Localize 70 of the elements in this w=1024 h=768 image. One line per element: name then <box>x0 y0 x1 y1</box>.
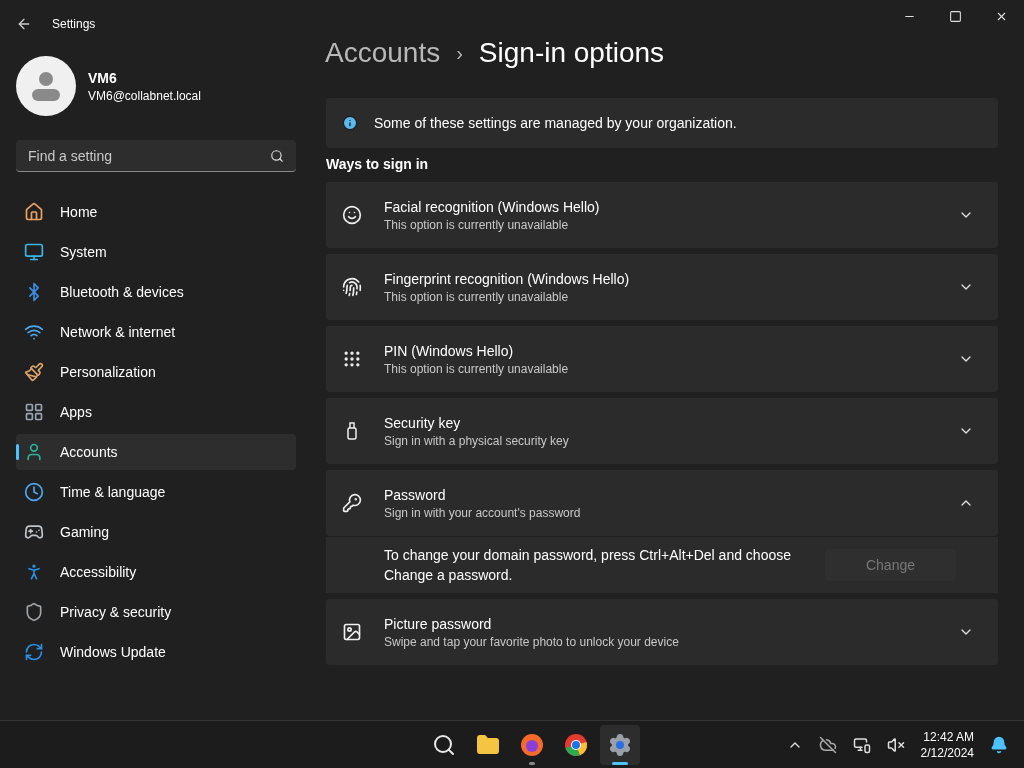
option-title: PIN (Windows Hello) <box>384 342 515 361</box>
option-card[interactable]: Picture password Swipe and tap your favorite photo to unlock your device <box>326 599 998 665</box>
option-subtitle: Sign in with a physical security key <box>384 433 570 449</box>
apps-grid-icon <box>24 402 44 422</box>
fingerprint-icon <box>342 277 362 297</box>
option-subtitle: Sign in with your account's password <box>384 505 582 521</box>
bell-icon[interactable] <box>990 735 1008 754</box>
option-card[interactable]: Facial recognition (Windows Hello) This option is currently unavailable <box>326 182 998 248</box>
nav-item[interactable]: Windows Update <box>16 634 296 670</box>
smile-icon <box>342 205 362 225</box>
nav-item[interactable]: Time & language <box>16 474 296 510</box>
user-name: VM6 <box>88 69 118 88</box>
option-title: Fingerprint recognition (Windows Hello) <box>384 270 631 289</box>
option-subtitle: This option is currently unavailable <box>384 361 570 377</box>
key-icon <box>342 493 362 513</box>
option-title: Picture password <box>384 615 493 634</box>
update-icon <box>24 642 44 662</box>
muted-speaker-icon[interactable] <box>886 735 905 754</box>
cloud-off-icon[interactable] <box>818 735 837 754</box>
page-title: Sign-in options <box>478 36 665 70</box>
paintbrush-icon <box>24 362 44 382</box>
nav-item[interactable]: Apps <box>16 394 296 430</box>
option-subtitle: This option is currently unavailable <box>384 289 570 305</box>
gear-icon[interactable] <box>608 732 632 757</box>
house-icon <box>24 202 44 222</box>
nav-item[interactable]: System <box>16 234 296 270</box>
option-card[interactable]: Password Sign in with your account's password <box>326 470 998 536</box>
nav-item[interactable]: Bluetooth & devices <box>16 274 296 310</box>
info-icon <box>342 115 358 131</box>
keypad-icon <box>342 349 362 369</box>
option-subtitle: Swipe and tap your favorite photo to unlock your device <box>384 634 680 650</box>
section-heading: Ways to sign in <box>326 155 430 174</box>
search-icon[interactable] <box>432 732 456 757</box>
search-field[interactable]: Find a setting <box>16 140 296 172</box>
folder-icon[interactable] <box>476 732 500 757</box>
avatar <box>16 56 76 116</box>
shield-icon <box>24 602 44 622</box>
nav-item[interactable]: Accounts <box>16 434 296 470</box>
clock-time[interactable]: 12:42 AM <box>923 728 974 745</box>
option-card[interactable]: Fingerprint recognition (Windows Hello) This option is currently unavailable <box>326 254 998 320</box>
option-title: Facial recognition (Windows Hello) <box>384 198 601 217</box>
option-card[interactable]: Security key Sign in with a physical security key <box>326 398 998 464</box>
option-card[interactable]: PIN (Windows Hello) This option is currently unavailable <box>326 326 998 392</box>
clock-date[interactable]: 2/12/2024 <box>920 744 974 761</box>
detail-text: To change your domain password, press Ctrl+Alt+Del and choose Change a password. <box>384 546 792 585</box>
picture-icon <box>342 622 362 642</box>
chrome-browser-icon[interactable] <box>564 732 588 757</box>
breadcrumb-separator: › <box>456 41 463 66</box>
wifi-icon <box>24 322 44 342</box>
nav-item[interactable]: Privacy & security <box>16 594 296 630</box>
gamepad-icon <box>24 522 44 542</box>
nav-item[interactable]: Network & internet <box>16 314 296 350</box>
nav-item[interactable]: Home <box>16 194 296 230</box>
search-icon <box>270 149 284 163</box>
nav-item[interactable]: Gaming <box>16 514 296 550</box>
monitor-icon <box>24 242 44 262</box>
back-icon[interactable] <box>16 16 32 32</box>
option-subtitle: This option is currently unavailable <box>384 217 570 233</box>
breadcrumb-parent[interactable]: Accounts <box>325 32 441 74</box>
window-title: Settings <box>52 16 96 32</box>
network-icon[interactable] <box>852 735 871 754</box>
clock-icon <box>24 482 44 502</box>
maximize-icon[interactable] <box>948 9 962 23</box>
user-email: VM6@collabnet.local <box>88 88 201 104</box>
option-title: Security key <box>384 414 462 433</box>
nav-item[interactable]: Accessibility <box>16 554 296 590</box>
option-title: Password <box>384 486 447 505</box>
info-text: Some of these settings are managed by your organization. <box>374 114 737 133</box>
person-icon <box>24 442 44 462</box>
nav-item[interactable]: Personalization <box>16 354 296 390</box>
